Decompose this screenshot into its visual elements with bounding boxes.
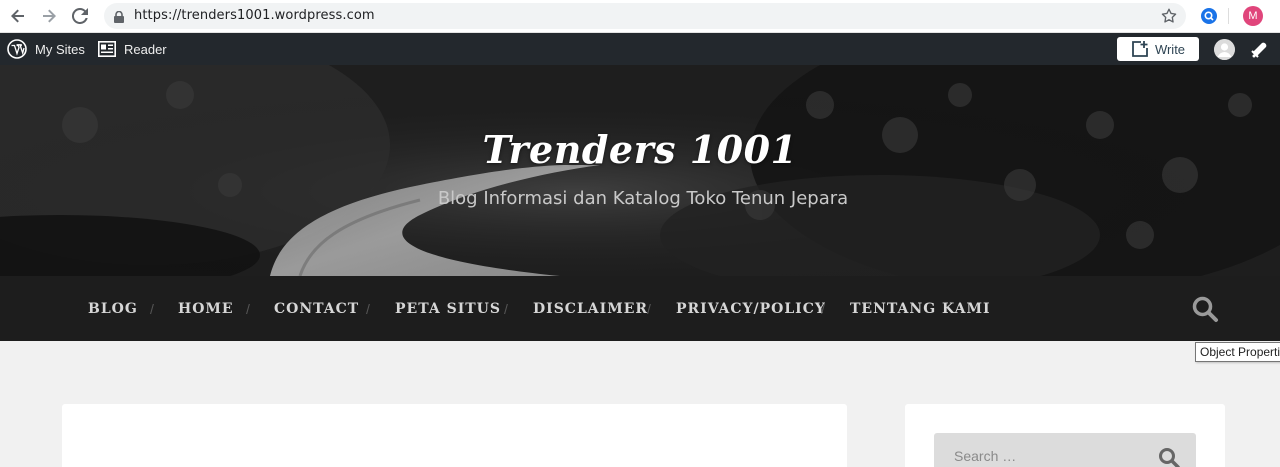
menu-item-tentang-kami[interactable]: TENTANG KAMI: [850, 276, 991, 341]
wp-admin-bar: My Sites Reader Write: [0, 33, 1280, 65]
tooltip: Object Properties: [1195, 342, 1280, 362]
menu-item-blog[interactable]: BLOG: [88, 276, 138, 341]
menu-separator: /: [150, 300, 154, 317]
main-content-card: [62, 404, 847, 467]
reader-label: Reader: [124, 41, 167, 57]
reader-icon: [98, 41, 116, 57]
notifications-bell-icon[interactable]: [1250, 33, 1270, 65]
menu-item-peta-situs[interactable]: PETA SITUS: [395, 276, 501, 341]
bookmark-star-icon[interactable]: [1160, 7, 1178, 30]
menu-separator: /: [366, 300, 370, 317]
menu-separator: /: [647, 300, 651, 317]
menu-item-contact[interactable]: CONTACT: [274, 276, 359, 341]
url-text: https://trenders1001.wordpress.com: [134, 8, 375, 23]
menu-item-disclaimer[interactable]: DISCLAIMER: [533, 276, 648, 341]
my-sites-label: My Sites: [35, 41, 85, 57]
menu-item-home[interactable]: HOME: [178, 276, 234, 341]
user-avatar-icon[interactable]: [1214, 39, 1235, 60]
toolbar-divider: [1228, 8, 1229, 24]
wordpress-logo-icon: [7, 39, 27, 59]
my-sites-link[interactable]: My Sites: [7, 33, 85, 65]
search-icon[interactable]: [1191, 295, 1219, 328]
forward-arrow-icon[interactable]: [37, 5, 61, 27]
lock-icon: [114, 10, 124, 28]
menu-separator: /: [504, 300, 508, 317]
write-button[interactable]: Write: [1117, 37, 1199, 61]
back-arrow-icon[interactable]: [6, 5, 30, 27]
primary-menu: BLOG / HOME / CONTACT / PETA SITUS / DIS…: [0, 276, 1280, 341]
profile-avatar[interactable]: M: [1243, 6, 1263, 26]
write-label: Write: [1154, 41, 1186, 57]
extension-icon[interactable]: [1201, 8, 1217, 24]
reader-link[interactable]: Reader: [98, 33, 167, 65]
site-title[interactable]: Trenders 1001: [0, 127, 1280, 172]
browser-toolbar: https://trenders1001.wordpress.com M: [0, 0, 1280, 33]
new-post-icon: [1131, 40, 1149, 58]
menu-separator: /: [821, 300, 825, 317]
site-description: Blog Informasi dan Katalog Toko Tenun Je…: [437, 188, 849, 209]
sidebar-search-icon[interactable]: [1157, 446, 1181, 467]
site-header: Trenders 1001 Blog Informasi dan Katalog…: [0, 65, 1280, 276]
menu-separator: /: [246, 300, 250, 317]
sidebar-widget: [905, 404, 1225, 467]
reload-icon[interactable]: [68, 5, 92, 27]
menu-item-privacy-policy[interactable]: PRIVACY/POLICY: [676, 276, 826, 341]
address-bar[interactable]: https://trenders1001.wordpress.com: [104, 3, 1186, 29]
